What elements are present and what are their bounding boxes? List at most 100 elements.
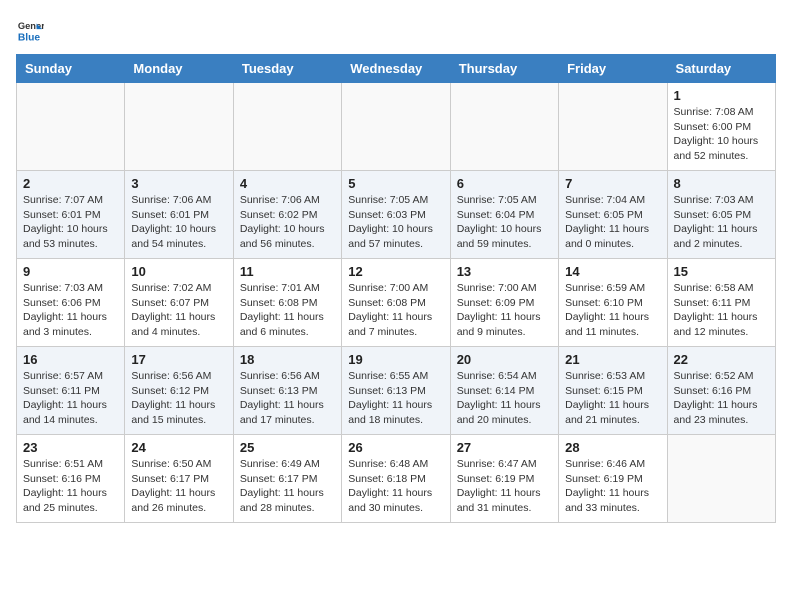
calendar-table: SundayMondayTuesdayWednesdayThursdayFrid…: [16, 54, 776, 523]
day-number: 25: [240, 440, 335, 455]
empty-day-cell: [342, 83, 450, 171]
day-number: 2: [23, 176, 118, 191]
day-info: Sunrise: 6:59 AMSunset: 6:10 PMDaylight:…: [565, 281, 660, 340]
empty-day-cell: [667, 435, 775, 523]
day-info: Sunrise: 6:48 AMSunset: 6:18 PMDaylight:…: [348, 457, 443, 516]
calendar-week-row: 2 Sunrise: 7:07 AMSunset: 6:01 PMDaylight…: [17, 171, 776, 259]
calendar-day-cell: 13Sunrise: 7:00 AMSunset: 6:09 PMDayligh…: [450, 259, 558, 347]
day-info: Sunrise: 7:05 AMSunset: 6:03 PMDaylight:…: [348, 193, 443, 252]
day-info: Sunrise: 7:06 AMSunset: 6:01 PMDaylight:…: [131, 193, 226, 252]
calendar-day-cell: 15 Sunrise: 6:58 AMSunset: 6:11 PMDayligh…: [667, 259, 775, 347]
day-number: 21: [565, 352, 660, 367]
day-info: Sunrise: 6:46 AMSunset: 6:19 PMDaylight:…: [565, 457, 660, 516]
calendar-day-cell: 16 Sunrise: 6:57 AMSunset: 6:11 PMDayligh…: [17, 347, 125, 435]
empty-day-cell: [559, 83, 667, 171]
day-number: 27: [457, 440, 552, 455]
day-number: 1: [674, 88, 769, 103]
day-info: Sunrise: 7:03 AMSunset: 6:06 PMDaylight:…: [23, 281, 118, 340]
calendar-week-row: 9 Sunrise: 7:03 AMSunset: 6:06 PMDaylight…: [17, 259, 776, 347]
empty-day-cell: [233, 83, 341, 171]
day-number: 6: [457, 176, 552, 191]
calendar-day-cell: 24 Sunrise: 6:50 AMSunset: 6:17 PMDayligh…: [125, 435, 233, 523]
weekday-header-wednesday: Wednesday: [342, 55, 450, 83]
day-info: Sunrise: 7:04 AMSunset: 6:05 PMDaylight:…: [565, 193, 660, 252]
day-number: 10: [131, 264, 226, 279]
calendar-day-cell: 27 Sunrise: 6:47 AMSunset: 6:19 PMDayligh…: [450, 435, 558, 523]
day-number: 7: [565, 176, 660, 191]
calendar-day-cell: 19Sunrise: 6:55 AMSunset: 6:13 PMDayligh…: [342, 347, 450, 435]
weekday-header-monday: Monday: [125, 55, 233, 83]
day-number: 14: [565, 264, 660, 279]
calendar-day-cell: 4 Sunrise: 7:06 AMSunset: 6:02 PMDaylight…: [233, 171, 341, 259]
calendar-week-row: 16 Sunrise: 6:57 AMSunset: 6:11 PMDayligh…: [17, 347, 776, 435]
day-info: Sunrise: 6:52 AMSunset: 6:16 PMDaylight:…: [674, 369, 769, 428]
day-number: 18: [240, 352, 335, 367]
calendar-day-cell: 6 Sunrise: 7:05 AMSunset: 6:04 PMDaylight…: [450, 171, 558, 259]
day-number: 26: [348, 440, 443, 455]
day-info: Sunrise: 7:05 AMSunset: 6:04 PMDaylight:…: [457, 193, 552, 252]
calendar-day-cell: 9 Sunrise: 7:03 AMSunset: 6:06 PMDaylight…: [17, 259, 125, 347]
calendar-day-cell: 8 Sunrise: 7:03 AMSunset: 6:05 PMDaylight…: [667, 171, 775, 259]
weekday-header-saturday: Saturday: [667, 55, 775, 83]
calendar-week-row: 1 Sunrise: 7:08 AMSunset: 6:00 PMDaylight…: [17, 83, 776, 171]
day-info: Sunrise: 6:57 AMSunset: 6:11 PMDaylight:…: [23, 369, 118, 428]
logo-icon: General Blue: [16, 16, 44, 44]
calendar-day-cell: 20 Sunrise: 6:54 AMSunset: 6:14 PMDayligh…: [450, 347, 558, 435]
day-number: 8: [674, 176, 769, 191]
calendar-day-cell: 2 Sunrise: 7:07 AMSunset: 6:01 PMDaylight…: [17, 171, 125, 259]
calendar-day-cell: 22 Sunrise: 6:52 AMSunset: 6:16 PMDayligh…: [667, 347, 775, 435]
day-number: 19: [348, 352, 443, 367]
empty-day-cell: [17, 83, 125, 171]
weekday-header-tuesday: Tuesday: [233, 55, 341, 83]
day-number: 15: [674, 264, 769, 279]
day-number: 20: [457, 352, 552, 367]
day-info: Sunrise: 6:54 AMSunset: 6:14 PMDaylight:…: [457, 369, 552, 428]
calendar-day-cell: 10 Sunrise: 7:02 AMSunset: 6:07 PMDayligh…: [125, 259, 233, 347]
day-info: Sunrise: 6:56 AMSunset: 6:13 PMDaylight:…: [240, 369, 335, 428]
day-number: 28: [565, 440, 660, 455]
calendar-day-cell: 18 Sunrise: 6:56 AMSunset: 6:13 PMDayligh…: [233, 347, 341, 435]
weekday-header-friday: Friday: [559, 55, 667, 83]
day-number: 4: [240, 176, 335, 191]
day-info: Sunrise: 6:50 AMSunset: 6:17 PMDaylight:…: [131, 457, 226, 516]
day-info: Sunrise: 6:49 AMSunset: 6:17 PMDaylight:…: [240, 457, 335, 516]
calendar-day-cell: 23 Sunrise: 6:51 AMSunset: 6:16 PMDayligh…: [17, 435, 125, 523]
day-info: Sunrise: 7:06 AMSunset: 6:02 PMDaylight:…: [240, 193, 335, 252]
calendar-day-cell: 25 Sunrise: 6:49 AMSunset: 6:17 PMDayligh…: [233, 435, 341, 523]
page-header: General Blue: [16, 16, 776, 44]
day-number: 16: [23, 352, 118, 367]
calendar-day-cell: 3 Sunrise: 7:06 AMSunset: 6:01 PMDaylight…: [125, 171, 233, 259]
calendar-day-cell: 12 Sunrise: 7:00 AMSunset: 6:08 PMDayligh…: [342, 259, 450, 347]
day-info: Sunrise: 6:56 AMSunset: 6:12 PMDaylight:…: [131, 369, 226, 428]
calendar-day-cell: 11 Sunrise: 7:01 AMSunset: 6:08 PMDayligh…: [233, 259, 341, 347]
svg-text:Blue: Blue: [18, 32, 41, 43]
day-info: Sunrise: 7:07 AMSunset: 6:01 PMDaylight:…: [23, 193, 118, 252]
calendar-header-row: SundayMondayTuesdayWednesdayThursdayFrid…: [17, 55, 776, 83]
day-number: 9: [23, 264, 118, 279]
calendar-day-cell: 26 Sunrise: 6:48 AMSunset: 6:18 PMDayligh…: [342, 435, 450, 523]
day-info: Sunrise: 7:00 AMSunset: 6:08 PMDaylight:…: [348, 281, 443, 340]
day-number: 22: [674, 352, 769, 367]
day-info: Sunrise: 6:58 AMSunset: 6:11 PMDaylight:…: [674, 281, 769, 340]
day-info: Sunrise: 7:02 AMSunset: 6:07 PMDaylight:…: [131, 281, 226, 340]
day-info: Sunrise: 6:51 AMSunset: 6:16 PMDaylight:…: [23, 457, 118, 516]
day-info: Sunrise: 7:03 AMSunset: 6:05 PMDaylight:…: [674, 193, 769, 252]
calendar-day-cell: 5Sunrise: 7:05 AMSunset: 6:03 PMDaylight…: [342, 171, 450, 259]
day-number: 23: [23, 440, 118, 455]
day-number: 12: [348, 264, 443, 279]
empty-day-cell: [125, 83, 233, 171]
day-info: Sunrise: 7:01 AMSunset: 6:08 PMDaylight:…: [240, 281, 335, 340]
day-number: 17: [131, 352, 226, 367]
day-info: Sunrise: 7:00 AMSunset: 6:09 PMDaylight:…: [457, 281, 552, 340]
svg-text:General: General: [18, 21, 44, 31]
calendar-week-row: 23 Sunrise: 6:51 AMSunset: 6:16 PMDayligh…: [17, 435, 776, 523]
day-info: Sunrise: 6:47 AMSunset: 6:19 PMDaylight:…: [457, 457, 552, 516]
day-number: 24: [131, 440, 226, 455]
calendar-day-cell: 7 Sunrise: 7:04 AMSunset: 6:05 PMDaylight…: [559, 171, 667, 259]
calendar-day-cell: 21Sunrise: 6:53 AMSunset: 6:15 PMDayligh…: [559, 347, 667, 435]
calendar-day-cell: 28 Sunrise: 6:46 AMSunset: 6:19 PMDayligh…: [559, 435, 667, 523]
day-number: 3: [131, 176, 226, 191]
calendar-day-cell: 17 Sunrise: 6:56 AMSunset: 6:12 PMDayligh…: [125, 347, 233, 435]
day-info: Sunrise: 7:08 AMSunset: 6:00 PMDaylight:…: [674, 105, 769, 164]
day-number: 11: [240, 264, 335, 279]
